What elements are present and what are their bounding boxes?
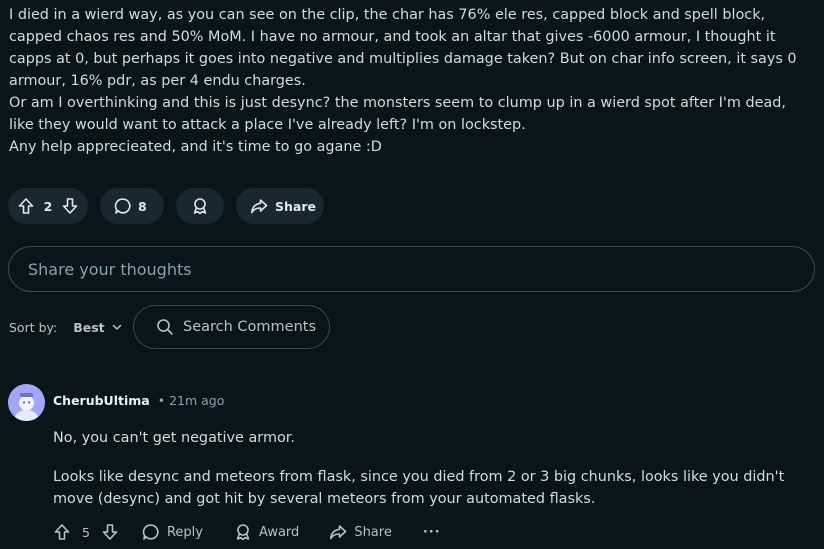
comment-icon: [114, 197, 132, 215]
upvote-icon[interactable]: [16, 196, 36, 216]
sort-dropdown[interactable]: Best: [73, 320, 122, 335]
search-placeholder: Search Comments: [183, 319, 317, 335]
award-label: Award: [258, 524, 300, 540]
award-icon: [191, 197, 209, 215]
award-button[interactable]: Award: [234, 523, 299, 541]
search-comments-input[interactable]: Search Comments: [133, 305, 330, 349]
meta-separator: •: [157, 393, 166, 408]
more-options-button[interactable]: ···: [423, 525, 441, 540]
post-paragraph: I died in a wierd way, as you can see on…: [9, 7, 797, 89]
share-button[interactable]: Share: [236, 188, 324, 224]
comment-body: No, you can't get negative armor. Looks …: [53, 427, 813, 510]
comment-header: CherubUltima • 21m ago: [53, 393, 224, 408]
post-vote-pill: 2: [8, 188, 88, 224]
sort-label: Sort by:: [9, 319, 58, 335]
post-paragraph: Any help apprecieated, and it's time to …: [9, 139, 382, 155]
share-label: Share: [275, 198, 316, 214]
comment-icon: [142, 523, 160, 541]
sort-value: Best: [73, 319, 105, 335]
post-paragraph: Or am I overthinking and this is just de…: [9, 95, 786, 133]
award-icon: [234, 523, 252, 541]
reply-label: Reply: [166, 524, 203, 540]
downvote-icon[interactable]: [100, 522, 120, 542]
comment-author[interactable]: CherubUltima: [53, 393, 150, 408]
share-button[interactable]: Share: [329, 523, 392, 541]
reply-button[interactable]: Reply: [142, 523, 203, 541]
upvote-icon[interactable]: [52, 522, 72, 542]
composer-placeholder: Share your thoughts: [28, 259, 192, 279]
comment-paragraph: Looks like desync and meteors from flask…: [53, 469, 785, 507]
more-icon: ···: [422, 524, 441, 540]
post-vote-count: 2: [43, 198, 53, 214]
comment-paragraph: No, you can't get negative armor.: [53, 430, 295, 446]
chevron-down-icon: [111, 321, 123, 333]
search-icon: [156, 318, 174, 336]
share-label: Share: [354, 524, 392, 540]
comment-composer-input[interactable]: Share your thoughts: [8, 246, 815, 292]
downvote-icon[interactable]: [60, 196, 80, 216]
comment-count: 8: [138, 198, 147, 214]
post-body: I died in a wierd way, as you can see on…: [9, 4, 809, 158]
comment-vote: 5: [52, 522, 120, 542]
share-icon: [250, 197, 268, 215]
comment-vote-count: 5: [82, 524, 90, 540]
comments-button[interactable]: 8: [100, 188, 164, 224]
comment-action-bar: 5 Reply Award Share ···: [52, 519, 441, 545]
sort-bar: Sort by: Best: [9, 305, 123, 349]
post-action-bar: 2 8 Share: [8, 188, 324, 224]
award-button[interactable]: [176, 188, 224, 224]
share-icon: [329, 523, 347, 541]
avatar[interactable]: [8, 384, 45, 421]
comment-timestamp: 21m ago: [169, 393, 225, 408]
